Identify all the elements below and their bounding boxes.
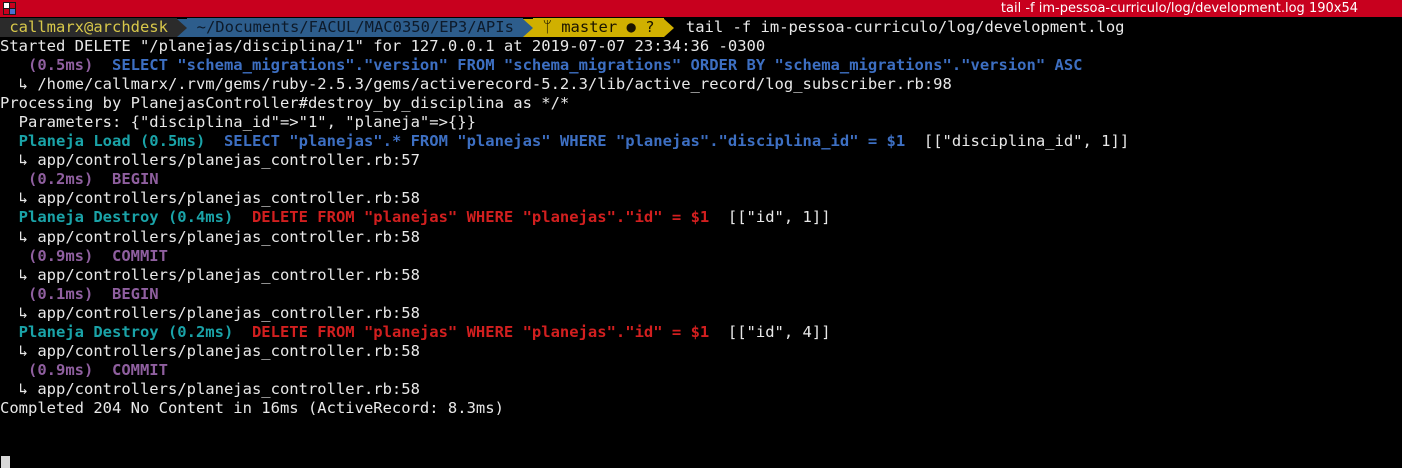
log-line: Started DELETE "/planejas/disciplina/1" … bbox=[0, 37, 766, 56]
log-line: ↳ app/controllers/planejas_controller.rb… bbox=[0, 265, 420, 284]
log-transaction: (0.1ms) BEGIN bbox=[0, 284, 159, 303]
log-sql-select: SELECT "planejas".* FROM "planejas" WHER… bbox=[223, 132, 906, 151]
log-binds: [["id", 4]] bbox=[709, 322, 831, 341]
log-transaction: (0.2ms) BEGIN bbox=[0, 170, 159, 189]
log-transaction: (0.9ms) COMMIT bbox=[0, 246, 168, 265]
prompt-separator-icon bbox=[177, 18, 188, 37]
terminal-cursor bbox=[1, 456, 10, 468]
log-line: ↳ app/controllers/planejas_controller.rb… bbox=[0, 189, 420, 208]
prompt-command: tail -f im-pessoa-curriculo/log/developm… bbox=[685, 18, 1125, 36]
log-line: Planeja Load (0.5ms) SELECT "planejas".*… bbox=[0, 132, 1402, 151]
log-line: ↳ /home/callmarx/.rvm/gems/ruby-2.5.3/ge… bbox=[0, 75, 952, 94]
prompt-user-host: callmarx@archdesk bbox=[0, 18, 178, 38]
log-sql-delete: DELETE FROM "planejas" WHERE "planejas".… bbox=[251, 322, 710, 341]
log-line: Planeja Destroy (0.4ms) DELETE FROM "pla… bbox=[0, 208, 1402, 227]
log-timing: (0.5ms) bbox=[0, 56, 112, 75]
log-binds: [["id", 1]] bbox=[709, 208, 831, 227]
log-transaction: (0.9ms) COMMIT bbox=[0, 360, 168, 379]
log-line: ↳ app/controllers/planejas_controller.rb… bbox=[0, 379, 420, 398]
log-line: Processing by PlanejasController#destroy… bbox=[0, 94, 570, 113]
log-line: ↳ app/controllers/planejas_controller.rb… bbox=[0, 227, 420, 246]
log-line: ↳ app/controllers/planejas_controller.rb… bbox=[0, 341, 420, 360]
log-model-label: Planeja Load (0.5ms) bbox=[0, 132, 224, 151]
log-line: ↳ app/controllers/planejas_controller.rb… bbox=[0, 151, 420, 170]
log-line: ↳ app/controllers/planejas_controller.rb… bbox=[0, 303, 420, 322]
log-sql-delete: DELETE FROM "planejas" WHERE "planejas".… bbox=[251, 208, 710, 227]
log-line: (0.5ms) SELECT "schema_migrations"."vers… bbox=[0, 56, 1402, 75]
log-line: Parameters: {"disciplina_id"=>"1", "plan… bbox=[0, 113, 476, 132]
log-model-label: Planeja Destroy (0.2ms) bbox=[0, 322, 252, 341]
prompt-git-status: ᛘ master ● ? bbox=[533, 18, 664, 38]
terminal-output[interactable]: callmarx@archdesk ~/Documents/FACUL/MAC0… bbox=[0, 18, 1402, 458]
log-binds: [["disciplina_id", 1]] bbox=[905, 132, 1130, 151]
log-model-label: Planeja Destroy (0.4ms) bbox=[0, 208, 252, 227]
log-line: Completed 204 No Content in 16ms (Active… bbox=[0, 398, 504, 417]
prompt-separator-icon bbox=[663, 18, 674, 37]
prompt-separator-icon bbox=[523, 18, 534, 37]
shell-prompt: callmarx@archdesk ~/Documents/FACUL/MAC0… bbox=[0, 18, 1402, 38]
window-titlebar[interactable]: tail -f im-pessoa-curriculo/log/developm… bbox=[0, 0, 1402, 17]
log-sql-select: SELECT "schema_migrations"."version" FRO… bbox=[111, 56, 1083, 75]
prompt-path: ~/Documents/FACUL/MAC0350/EP3/APIs bbox=[187, 18, 524, 38]
window-title: tail -f im-pessoa-curriculo/log/developm… bbox=[1000, 1, 1358, 16]
log-line: Planeja Destroy (0.2ms) DELETE FROM "pla… bbox=[0, 323, 1402, 342]
